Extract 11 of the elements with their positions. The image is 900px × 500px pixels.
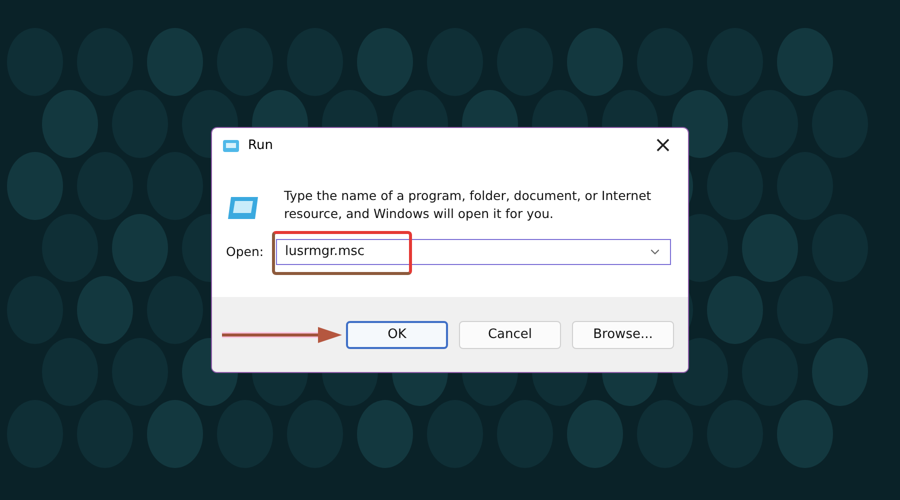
run-icon [222, 138, 240, 152]
run-icon [226, 195, 260, 221]
command-value: lusrmgr.msc [285, 243, 365, 262]
open-label: Open: [226, 242, 265, 261]
dialog-button[interactable]: OK [346, 320, 448, 348]
dialog-button[interactable]: Cancel [459, 320, 561, 348]
instruction-text: Type the name of a program, folder, document, or Internet resource, and Windows will open it for you. [284, 187, 652, 223]
close-button[interactable]: × [648, 132, 678, 158]
dialog-button[interactable]: Browse... [572, 320, 674, 348]
command-combobox[interactable]: lusrmgr.msc [276, 239, 671, 265]
window-title: Run [248, 136, 273, 155]
